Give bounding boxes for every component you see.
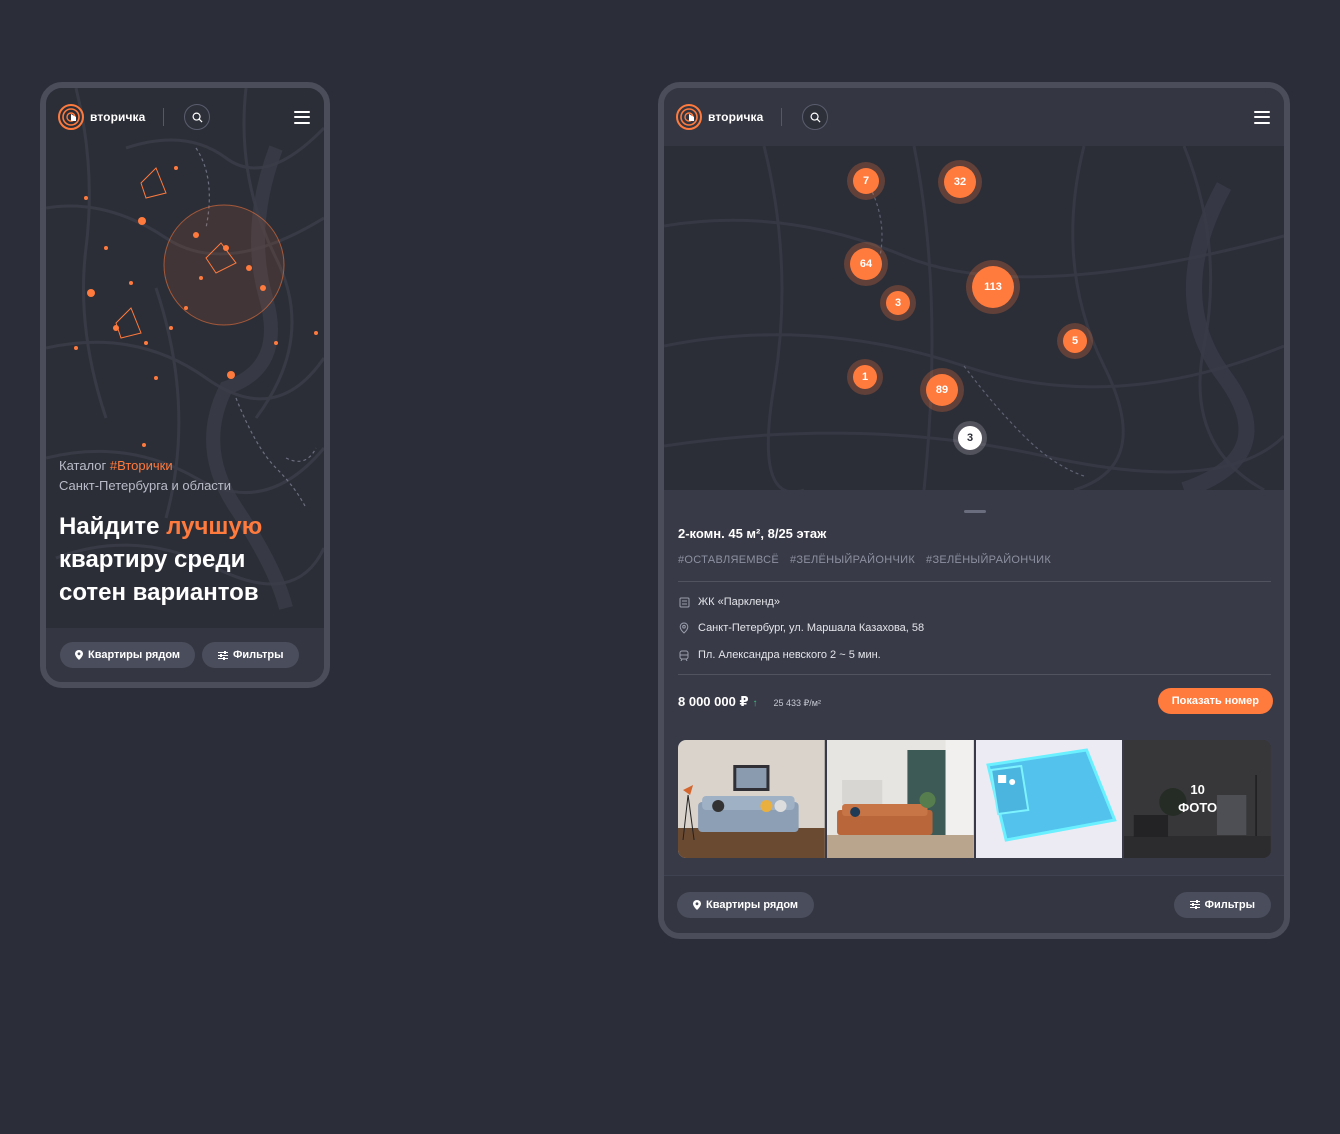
price-row: 8 000 000 ₽ ↑ 25 433 ₽/м²: [678, 694, 821, 710]
hero-title-line2: квартиру среди: [59, 546, 246, 573]
arrow-up-icon: ↑: [752, 698, 758, 709]
map-cluster[interactable]: 64: [844, 242, 888, 286]
tag[interactable]: #ОСТАВЛЯЕМВСЁ: [678, 554, 779, 566]
hero-sub-line2: Санкт-Петербурга и области: [59, 478, 232, 493]
logo-text: вторичка: [90, 110, 146, 124]
map-cluster[interactable]: 1: [847, 359, 883, 395]
address: Санкт-Петербург, ул. Маршала Казахова, 5…: [698, 622, 925, 634]
hero-sub-accent[interactable]: #Вторички: [110, 458, 173, 473]
tablet-screen: вторичка 7 32 64 3 113 5 1 89 3 2-комн. …: [658, 82, 1290, 939]
pin-icon: [75, 650, 83, 660]
nearby-label: Квартиры рядом: [88, 649, 181, 661]
filter-icon: [1189, 900, 1200, 909]
logo-text: вторичка: [708, 110, 764, 124]
hero-subtitle: Каталог #Вторички Санкт-Петербурга и обл…: [59, 456, 314, 496]
filters-label: Фильтры: [1204, 898, 1255, 911]
map-cluster[interactable]: 89: [920, 368, 964, 412]
more-photos-thumbnail[interactable]: 10 ФОТО: [1124, 740, 1271, 858]
location-icon: [678, 622, 690, 634]
map-cluster[interactable]: 113: [966, 260, 1020, 314]
tag[interactable]: #ЗЕЛЁНЫЙРАЙОНЧИК: [926, 554, 1051, 566]
logo[interactable]: вторичка: [58, 104, 145, 130]
more-photos-label: 10 ФОТО: [1178, 781, 1217, 817]
search-button[interactable]: [184, 104, 211, 130]
search-button[interactable]: [802, 104, 829, 130]
header-divider: [781, 108, 783, 126]
nearby-button[interactable]: Квартиры рядом: [60, 642, 196, 668]
address-row: Санкт-Петербург, ул. Маршала Казахова, 5…: [678, 622, 924, 634]
price: 8 000 000 ₽: [678, 694, 749, 709]
hero-title-accent: лучшую: [166, 513, 263, 540]
more-photos-text: ФОТО: [1178, 800, 1218, 815]
filters-label: Фильтры: [233, 649, 284, 661]
search-icon: [192, 112, 203, 123]
photo-gallery: 10 ФОТО: [678, 740, 1271, 858]
hero-sub-prefix: Каталог: [59, 458, 110, 473]
nearby-button[interactable]: Квартиры рядом: [677, 891, 815, 918]
menu-icon[interactable]: [1254, 110, 1270, 124]
map-cluster[interactable]: 32: [938, 160, 982, 204]
header: вторичка: [664, 88, 1284, 146]
hero-title-pre: Найдите: [59, 513, 167, 540]
map-cluster-selected[interactable]: 3: [953, 421, 987, 455]
map[interactable]: 7 32 64 3 113 5 1 89 3: [664, 145, 1284, 498]
metro: Пл. Александра невского 2 ~ 5 мин.: [698, 649, 881, 661]
photo-thumbnail[interactable]: [826, 740, 974, 858]
pin-icon: [693, 899, 701, 910]
divider: [678, 674, 1271, 675]
tag[interactable]: #ЗЕЛЁНЫЙРАЙОНЧИК: [790, 554, 915, 566]
more-photos-count: 10: [1190, 782, 1205, 797]
complex-name: ЖК «Паркленд»: [698, 596, 780, 608]
divider: [678, 581, 1271, 582]
hero: Каталог #Вторички Санкт-Петербурга и обл…: [59, 456, 314, 609]
listing-title[interactable]: 2-комн. 45 м², 8/25 этаж: [678, 526, 826, 541]
map-cluster[interactable]: 3: [880, 285, 916, 321]
filters-button[interactable]: Фильтры: [1173, 891, 1271, 918]
hero-title: Найдите лучшую квартиру среди сотен вари…: [59, 510, 314, 609]
header-divider: [163, 108, 165, 126]
complex-row: ЖК «Паркленд»: [678, 596, 780, 608]
filters-button[interactable]: Фильтры: [202, 642, 300, 668]
hero-title-line3: сотен вариантов: [59, 579, 259, 606]
header: вторичка: [46, 88, 324, 146]
map-cluster[interactable]: 5: [1057, 323, 1093, 359]
show-number-button[interactable]: Показать номер: [1157, 688, 1273, 714]
logo-icon: [58, 104, 84, 130]
bottom-bar: Квартиры рядом Фильтры: [664, 875, 1284, 933]
nearby-label: Квартиры рядом: [706, 898, 799, 911]
menu-icon[interactable]: [294, 110, 310, 124]
building-icon: [678, 596, 690, 608]
logo[interactable]: вторичка: [676, 104, 763, 130]
listing-card: 2-комн. 45 м², 8/25 этаж #ОСТАВЛЯЕМВСЁ #…: [664, 490, 1284, 885]
listing-tags: #ОСТАВЛЯЕМВСЁ #ЗЕЛЁНЫЙРАЙОНЧИК #ЗЕЛЁНЫЙР…: [678, 554, 1051, 566]
price-per-m2: 25 433 ₽/м²: [773, 698, 821, 708]
photo-thumbnail[interactable]: [678, 740, 825, 858]
mobile-screen: вторичка Каталог #Вторички Санкт-Петербу…: [40, 82, 330, 688]
search-icon: [810, 112, 821, 123]
metro-icon: [678, 649, 690, 661]
floor-plan-thumbnail[interactable]: [975, 740, 1123, 858]
drag-handle[interactable]: [964, 510, 986, 513]
bottom-bar: Квартиры рядом Фильтры: [46, 628, 324, 682]
logo-icon: [676, 104, 702, 130]
map-cluster[interactable]: 7: [847, 162, 885, 200]
filter-icon: [218, 650, 229, 660]
metro-row: Пл. Александра невского 2 ~ 5 мин.: [678, 649, 881, 661]
